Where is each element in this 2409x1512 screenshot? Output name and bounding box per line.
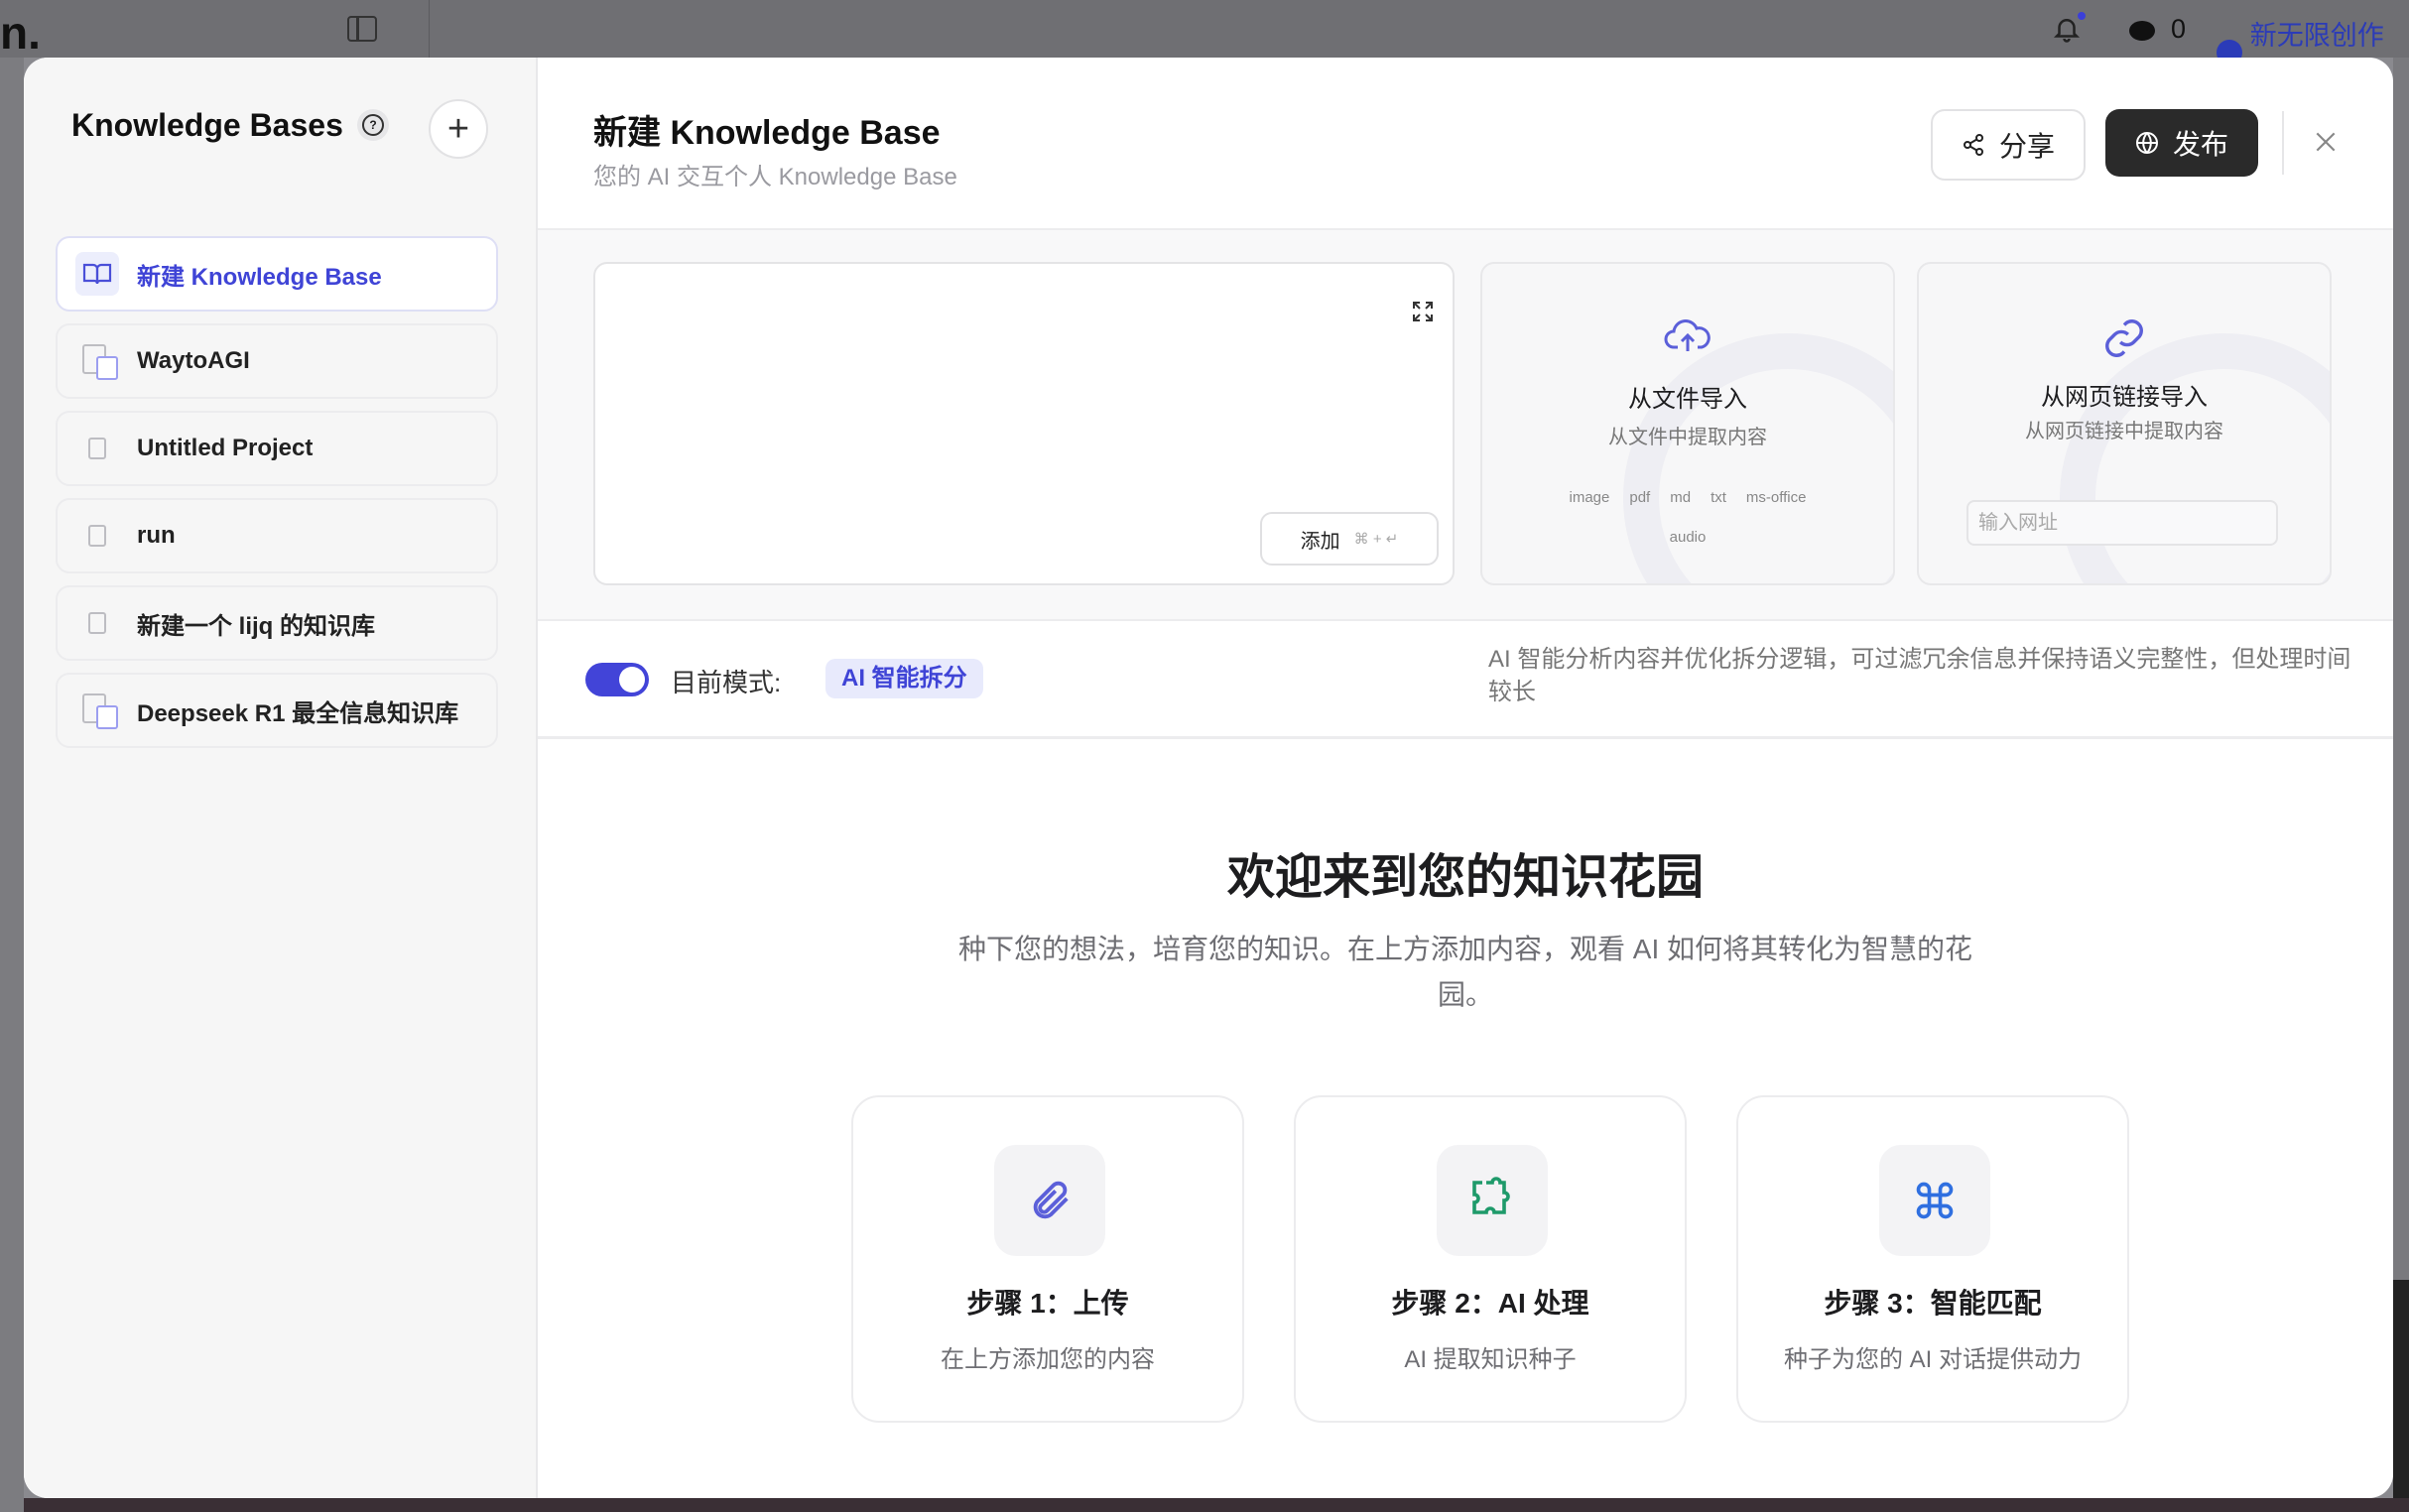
text-input-area[interactable]: 添加 ⌘ + ↵ bbox=[593, 262, 1455, 585]
welcome-description: 种下您的想法，培育您的知识。在上方添加内容，观看 AI 如何将其转化为智慧的花园… bbox=[957, 934, 1973, 1010]
step-title: 步骤 2：AI 处理 bbox=[1391, 1288, 1589, 1319]
step-description: 种子为您的 AI 对话提供动力 bbox=[1783, 1346, 2082, 1373]
puzzle-icon bbox=[1437, 1145, 1548, 1256]
step-description: 在上方添加您的内容 bbox=[941, 1346, 1155, 1373]
background-gallery-strip bbox=[24, 1498, 2409, 1512]
add-label: 添加 bbox=[1300, 530, 1340, 553]
multi-document-icon bbox=[75, 689, 119, 732]
document-icon bbox=[75, 427, 119, 470]
topbar-divider bbox=[429, 0, 430, 58]
add-knowledge-base-button[interactable]: + bbox=[429, 99, 488, 159]
page-title: 新建 Knowledge Base bbox=[593, 114, 941, 152]
file-import-subtitle: 从文件中提取内容 bbox=[1608, 427, 1767, 448]
add-content-button[interactable]: 添加 ⌘ + ↵ bbox=[1260, 512, 1439, 566]
sidebar-item-label: 新建 Knowledge Base bbox=[137, 263, 382, 291]
mode-bar: 目前模式: AI 智能拆分 AI 智能分析内容并优化拆分逻辑，可过滤冗余信息并保… bbox=[538, 621, 2393, 739]
cloud-upload-icon bbox=[1664, 315, 1712, 360]
notification-dot bbox=[2078, 12, 2086, 20]
points-value: 0 bbox=[2171, 14, 2187, 44]
file-types-list: image pdf md txt ms-office audio bbox=[1522, 478, 1853, 558]
link-icon bbox=[2101, 315, 2147, 366]
sidebar-item-label: Deepseek R1 最全信息知识库 bbox=[137, 699, 459, 727]
knowledge-base-sidebar: Knowledge Bases ? + 新建 Knowledge Base Wa… bbox=[24, 58, 538, 1498]
knowledge-base-list: 新建 Knowledge Base WaytoAGI Untitled Proj… bbox=[56, 236, 498, 760]
step-title: 步骤 3：智能匹配 bbox=[1824, 1288, 2042, 1319]
step-card-smart-match: 步骤 3：智能匹配 种子为您的 AI 对话提供动力 bbox=[1736, 1095, 2129, 1423]
knowledge-base-modal: Knowledge Bases ? + 新建 Knowledge Base Wa… bbox=[24, 58, 2393, 1498]
web-import-card: 从网页链接导入 从网页链接中提取内容 bbox=[1917, 262, 2332, 585]
background-image-strip bbox=[2393, 1280, 2409, 1512]
web-import-subtitle: 从网页链接中提取内容 bbox=[2025, 421, 2223, 442]
sidebar-item-label: WaytoAGI bbox=[137, 347, 250, 374]
multi-document-icon bbox=[75, 339, 119, 383]
welcome-title: 欢迎来到您的知识花园 bbox=[1226, 851, 1704, 904]
file-type-tag: image bbox=[1569, 489, 1610, 506]
coin-pig-icon bbox=[2129, 20, 2155, 41]
file-type-tag: ms-office bbox=[1745, 489, 1807, 506]
mode-description: AI 智能分析内容并优化拆分逻辑，可过滤冗余信息并保持语义完整性，但处理时间较长 bbox=[1488, 646, 2351, 705]
page-subtitle: 您的 AI 交互个人 Knowledge Base bbox=[593, 164, 957, 190]
sidebar-item-new-kb[interactable]: 新建 Knowledge Base bbox=[56, 236, 498, 312]
sidebar-item-untitled-project[interactable]: Untitled Project bbox=[56, 411, 498, 486]
sidebar-item-label: run bbox=[137, 522, 176, 549]
step-title: 步骤 1：上传 bbox=[966, 1288, 1129, 1319]
publish-button[interactable]: 发布 bbox=[2105, 109, 2258, 177]
file-type-tag: pdf bbox=[1629, 489, 1651, 506]
sidebar-item-lijq[interactable]: 新建一个 lijq 的知识库 bbox=[56, 585, 498, 661]
mode-label: 目前模式: bbox=[671, 668, 782, 697]
app-logo: n. bbox=[0, 7, 41, 59]
step-card-upload: 步骤 1：上传 在上方添加您的内容 bbox=[851, 1095, 1244, 1423]
document-icon bbox=[75, 514, 119, 558]
share-button[interactable]: 分享 bbox=[1931, 109, 2086, 181]
background-left-panel bbox=[0, 58, 24, 1512]
expand-icon[interactable] bbox=[1411, 300, 1435, 328]
book-open-icon bbox=[75, 252, 119, 296]
keyboard-shortcut: ⌘ + ↵ bbox=[1353, 531, 1399, 548]
web-import-title: 从网页链接导入 bbox=[2041, 384, 2208, 411]
sidebar-item-waytoagi[interactable]: WaytoAGI bbox=[56, 323, 498, 399]
file-type-tag: audio bbox=[1669, 529, 1707, 546]
command-icon bbox=[1879, 1145, 1990, 1256]
sidebar-toggle-icon[interactable] bbox=[347, 16, 377, 42]
input-section: 添加 ⌘ + ↵ 从文件导入 从文件中提取内容 image pdf md txt ms-… bbox=[538, 230, 2393, 621]
ai-split-toggle[interactable] bbox=[585, 663, 649, 696]
file-type-tag: md bbox=[1670, 489, 1692, 506]
url-input[interactable] bbox=[1966, 500, 2278, 546]
document-icon bbox=[75, 601, 119, 645]
mode-badge: AI 智能拆分 bbox=[825, 659, 983, 698]
header-divider bbox=[2282, 111, 2284, 175]
link-watermark-icon bbox=[2060, 333, 2330, 583]
sidebar-item-deepseek[interactable]: Deepseek R1 最全信息知识库 bbox=[56, 673, 498, 748]
share-icon bbox=[1963, 134, 1983, 156]
step-description: AI 提取知识种子 bbox=[1404, 1346, 1577, 1373]
help-icon[interactable]: ? bbox=[357, 109, 389, 141]
file-type-tag: txt bbox=[1711, 489, 1726, 506]
sidebar-item-label: 新建一个 lijq 的知识库 bbox=[137, 612, 375, 640]
points-counter[interactable]: 0 bbox=[2127, 14, 2186, 45]
paperclip-icon bbox=[994, 1145, 1105, 1256]
file-import-title: 从文件导入 bbox=[1628, 386, 1747, 413]
sidebar-title: Knowledge Bases bbox=[71, 107, 343, 143]
sidebar-item-run[interactable]: run bbox=[56, 498, 498, 573]
close-icon[interactable] bbox=[2306, 123, 2346, 163]
bell-icon[interactable] bbox=[2052, 14, 2082, 51]
step-card-ai-process: 步骤 2：AI 处理 AI 提取知识种子 bbox=[1294, 1095, 1687, 1423]
publish-label: 发布 bbox=[2172, 129, 2228, 160]
main-panel: 新建 Knowledge Base 您的 AI 交互个人 Knowledge B… bbox=[538, 58, 2393, 1498]
sidebar-item-label: Untitled Project bbox=[137, 435, 314, 461]
share-label: 分享 bbox=[1998, 131, 2055, 162]
main-header: 新建 Knowledge Base 您的 AI 交互个人 Knowledge B… bbox=[538, 58, 2393, 230]
file-import-card[interactable]: 从文件导入 从文件中提取内容 image pdf md txt ms-office aud… bbox=[1480, 262, 1895, 585]
globe-icon bbox=[2135, 132, 2158, 154]
